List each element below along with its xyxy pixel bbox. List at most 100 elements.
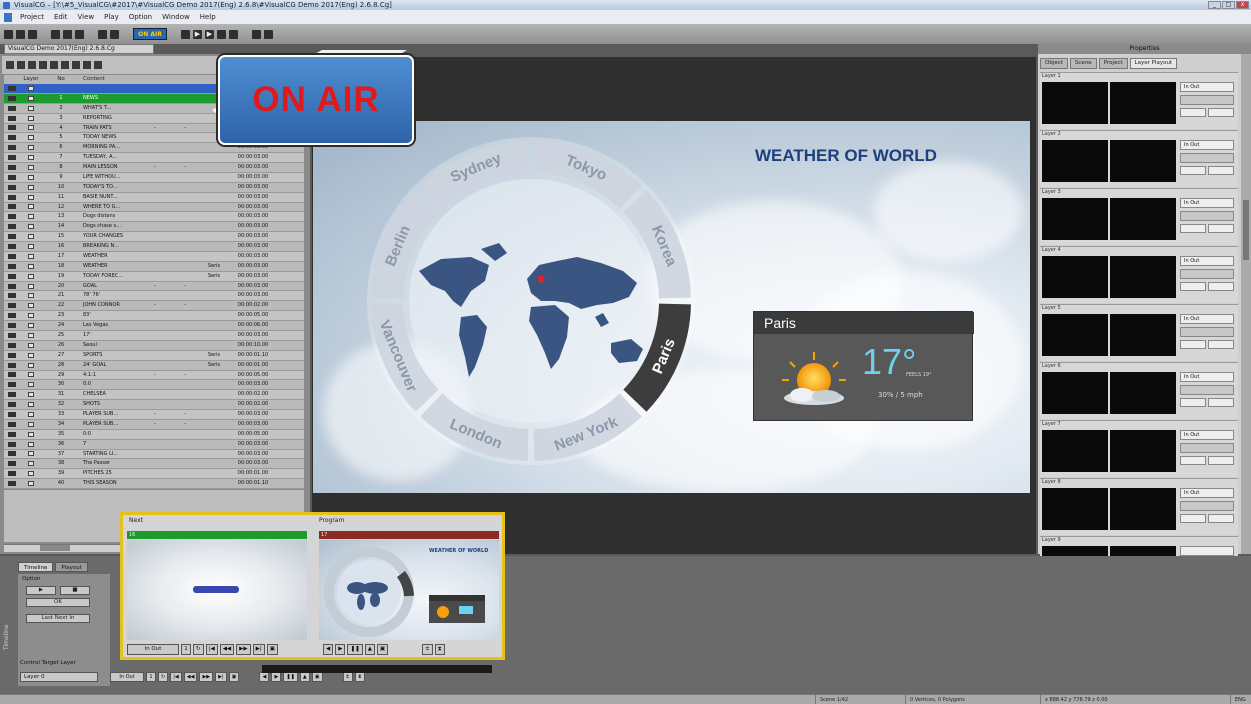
table-row[interactable]: 12 WHERE TO G... 00:00:03.00 <box>4 202 304 213</box>
table-row[interactable]: 11 BASIE NUNT... 00:00:03.00 <box>4 192 304 203</box>
next-last-icon[interactable]: ▶| <box>252 644 265 655</box>
table-row[interactable]: 17 WEATHER 00:00:03.00 <box>4 251 304 262</box>
table-row[interactable]: 18 WEATHER Seris 00:00:03.00 <box>4 261 304 272</box>
table-row[interactable]: 37 STARTING LI... 00:00:03.00 <box>4 449 304 460</box>
tab-project[interactable]: Project <box>1098 58 1128 69</box>
program-record-icon[interactable]: ▣ <box>376 644 389 655</box>
layer-name[interactable]: Layer 8 <box>1042 479 1061 486</box>
layer-play-icon[interactable] <box>1180 224 1206 233</box>
program-add-icon[interactable]: ± <box>422 644 433 655</box>
prev-icon[interactable]: ◀ <box>259 672 270 682</box>
tab-timeline[interactable]: Timeline <box>18 562 54 572</box>
close-button[interactable]: x <box>1236 1 1249 9</box>
next-spinner[interactable]: 1 <box>181 644 191 655</box>
visible-checkbox[interactable] <box>20 173 42 182</box>
layer-out-icon[interactable] <box>1208 282 1234 291</box>
visible-checkbox[interactable] <box>20 371 42 380</box>
layer-name[interactable]: Layer 6 <box>1042 363 1061 370</box>
visible-checkbox[interactable] <box>20 469 42 478</box>
add-scene-icon[interactable] <box>6 61 14 69</box>
layer-play-icon[interactable] <box>1180 340 1206 349</box>
menu-play[interactable]: Play <box>100 10 123 24</box>
table-row[interactable]: 29 4:1:1 - - 00:00:05.00 <box>4 370 304 381</box>
duplicate-icon[interactable] <box>39 61 47 69</box>
pause-icon[interactable] <box>217 29 226 39</box>
next-loop-icon[interactable]: ↻ <box>193 644 204 655</box>
tab-object[interactable]: Object <box>1040 58 1068 69</box>
rewind-icon[interactable]: ◀◀ <box>183 672 198 682</box>
lock-icon[interactable] <box>94 61 102 69</box>
layer-out-icon[interactable] <box>1208 166 1234 175</box>
program-play-icon[interactable]: ▶ <box>335 644 346 655</box>
visible-checkbox[interactable] <box>20 321 42 330</box>
layer-mode-select[interactable] <box>1180 546 1234 556</box>
monitor-icon[interactable]: ▣ <box>228 672 240 682</box>
layer-mode-select[interactable]: In Out <box>1180 314 1234 324</box>
layer-out-icon[interactable] <box>1208 224 1234 233</box>
menu-view[interactable]: View <box>74 10 99 24</box>
table-row[interactable]: 26 Seoul 00:00:10.00 <box>4 340 304 351</box>
layer-out-icon[interactable] <box>1208 340 1234 349</box>
layer-name[interactable]: Layer 1 <box>1042 73 1061 80</box>
layer-mode-select[interactable]: In Out <box>1180 198 1234 208</box>
undo-icon[interactable] <box>98 29 107 39</box>
tab-layer-playout[interactable]: Layer Playout <box>1129 58 1178 69</box>
table-row[interactable]: 24 Las Vegas 00:00:06.00 <box>4 321 304 331</box>
table-row[interactable]: 16 BREAKING N... 00:00:03.00 <box>4 242 304 252</box>
properties-scrollbar[interactable] <box>1241 54 1251 554</box>
visible-checkbox[interactable] <box>20 193 42 202</box>
maximize-button[interactable]: □ <box>1222 1 1235 9</box>
layer-spinner[interactable] <box>1180 153 1234 163</box>
delete-icon[interactable] <box>83 61 91 69</box>
play-icon[interactable]: ▶ <box>271 672 282 682</box>
table-row[interactable]: 10 TODAY'S TO... 00:00:03.00 <box>4 182 304 193</box>
document-tab[interactable]: VisualCG Demo 2017(Eng) 2.6.8.Cg <box>4 44 154 54</box>
menu-window[interactable]: Window <box>158 10 194 24</box>
visible-checkbox[interactable] <box>20 203 42 212</box>
menu-option[interactable]: Option <box>125 10 156 24</box>
thumbnail-view-icon[interactable] <box>28 61 36 69</box>
scrollbar-thumb[interactable] <box>40 545 70 551</box>
stop-square-icon[interactable] <box>229 29 238 39</box>
visible-checkbox[interactable] <box>20 282 42 291</box>
properties-scrollbar-thumb[interactable] <box>1243 200 1249 260</box>
layer-out-icon[interactable] <box>1208 108 1234 117</box>
visible-checkbox[interactable] <box>20 272 42 281</box>
table-row[interactable]: 20 GOAL - - 00:00:03.00 <box>4 281 304 292</box>
visible-checkbox[interactable] <box>20 430 42 439</box>
visible-checkbox[interactable] <box>20 291 42 300</box>
program-hourglass-icon[interactable]: ⧗ <box>434 644 445 655</box>
visible-checkbox[interactable] <box>20 390 42 399</box>
visible-checkbox[interactable] <box>20 380 42 389</box>
table-row[interactable]: 32 SHOTS 00:00:02.00 <box>4 400 304 411</box>
layer-spinner[interactable] <box>1180 327 1234 337</box>
table-row[interactable]: 36 7 00:00:03.00 <box>4 439 304 450</box>
program-eject-icon[interactable]: ▲ <box>364 644 375 655</box>
layer-spinner[interactable] <box>1180 385 1234 395</box>
layer-name[interactable]: Layer 7 <box>1042 421 1061 428</box>
layer-play-icon[interactable] <box>1180 456 1206 465</box>
menu-edit[interactable]: Edit <box>50 10 72 24</box>
layer-mode-select[interactable]: In Out <box>1180 488 1234 498</box>
next-mode-select[interactable]: In Out <box>127 644 179 655</box>
play-icon[interactable]: ▶ <box>193 29 202 39</box>
visible-checkbox[interactable] <box>20 479 42 488</box>
new-file-icon[interactable] <box>4 29 13 39</box>
visible-checkbox[interactable] <box>20 361 42 370</box>
visible-checkbox[interactable] <box>20 133 42 142</box>
grid-icon[interactable] <box>264 29 273 39</box>
visible-checkbox[interactable] <box>20 410 42 419</box>
visible-checkbox[interactable] <box>20 311 42 320</box>
table-row[interactable]: 25 17' 00:00:03.00 <box>4 331 304 341</box>
layer-name[interactable]: Layer 5 <box>1042 305 1061 312</box>
layer-mode-select[interactable]: In Out <box>1180 82 1234 92</box>
play-button[interactable]: ▶ <box>26 586 56 595</box>
table-row[interactable]: 31 CHELSEA 00:00:02.00 <box>4 390 304 401</box>
next-record-icon[interactable]: ▣ <box>266 644 278 655</box>
onair-toolbar-button[interactable]: ON AIR <box>133 28 167 40</box>
monitor-icon[interactable] <box>252 29 261 39</box>
layer-name[interactable]: Layer 4 <box>1042 247 1061 254</box>
visible-checkbox[interactable] <box>20 124 42 133</box>
layer-out-icon[interactable] <box>1208 398 1234 407</box>
visible-checkbox[interactable] <box>20 84 42 93</box>
